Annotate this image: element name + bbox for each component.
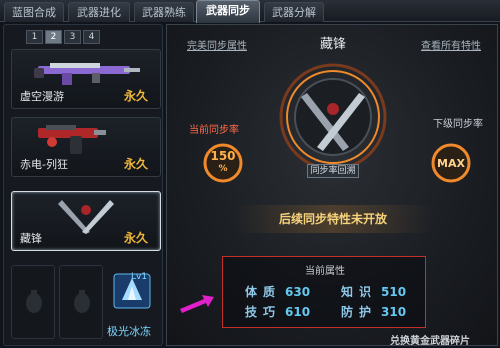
page-button-4[interactable]: 4 [83, 30, 100, 44]
attribute-defense: 防护 310 [341, 303, 406, 320]
tab-bar: 蓝图合成 武器进化 武器熟练 武器同步 武器分解 [0, 0, 500, 23]
page-button-3[interactable]: 3 [64, 30, 81, 44]
attribute-key: 技巧 [245, 305, 282, 319]
attribute-value: 310 [381, 305, 407, 319]
next-sync-rate-value: MAX [437, 157, 465, 170]
rifle-icon [34, 63, 140, 85]
weapon-card[interactable]: 虚空漫游 永久 [11, 49, 161, 109]
grenade-icon [74, 290, 90, 313]
attributes-title: 当前属性 [305, 266, 345, 277]
current-sync-rate-unit: % [218, 164, 228, 174]
pointer-arrow-icon [180, 295, 214, 313]
attribute-key: 知识 [341, 285, 378, 299]
view-all-traits-link[interactable]: 查看所有特性 [421, 37, 481, 52]
sync-dial-ring [279, 63, 387, 171]
tab-blueprint-synthesis[interactable]: 蓝图合成 [4, 2, 64, 22]
attribute-skill: 技巧 610 [245, 303, 310, 320]
tab-weapon-evolution[interactable]: 武器进化 [68, 2, 130, 22]
weapon-card[interactable]: 赤电-列狂 永久 [11, 117, 161, 177]
pistol-icon [38, 125, 106, 154]
current-attributes-box: 当前属性 体质 630 知识 510 技巧 610 防护 310 [222, 256, 426, 328]
item-level: Lv1 [131, 272, 148, 282]
perfect-sync-attributes-link[interactable]: 完美同步属性 [187, 37, 247, 52]
current-sync-rate-value: 150 [210, 149, 236, 163]
page-selector: 1 2 3 4 [26, 30, 100, 44]
current-sync-rate-label: 当前同步率 [189, 125, 239, 136]
weapon-name: 赤电-列狂 [20, 158, 68, 171]
attribute-value: 610 [285, 305, 311, 319]
weapon-name: 虚空漫游 [20, 90, 64, 103]
attribute-key: 防护 [341, 305, 378, 319]
exchange-gold-weapon-shards-link[interactable]: 兑换黄金武器碎片 [390, 332, 470, 347]
attribute-value: 510 [381, 285, 407, 299]
weapon-duration: 永久 [123, 231, 148, 245]
tab-weapon-proficiency[interactable]: 武器熟练 [134, 2, 194, 22]
attribute-value: 630 [285, 285, 311, 299]
weapon-card-selected[interactable]: 藏锋 永久 [11, 191, 161, 251]
sync-traits-banner: 后续同步特性未开放 [235, 205, 431, 233]
attribute-knowledge: 知识 510 [341, 283, 406, 300]
crossed-blades-icon [58, 200, 114, 234]
grenade-icon [26, 290, 42, 313]
next-sync-rate-label: 下级同步率 [433, 119, 483, 130]
weapon-duration: 永久 [123, 157, 148, 171]
attribute-key: 体质 [245, 285, 282, 299]
tab-weapon-dismantle[interactable]: 武器分解 [264, 2, 324, 22]
weapon-duration: 永久 [123, 89, 148, 103]
grenade-slot[interactable] [59, 265, 103, 339]
page-button-2[interactable]: 2 [45, 30, 62, 44]
attribute-constitution: 体质 630 [245, 283, 310, 300]
item-name: 极光冰冻 [107, 325, 151, 338]
tab-weapon-sync[interactable]: 武器同步 [196, 0, 260, 23]
sync-rate-rollback-button[interactable]: 同步率回溯 [307, 164, 359, 178]
page-button-1[interactable]: 1 [26, 30, 43, 44]
weapon-name: 藏锋 [20, 232, 42, 245]
grenade-slot[interactable] [11, 265, 55, 339]
